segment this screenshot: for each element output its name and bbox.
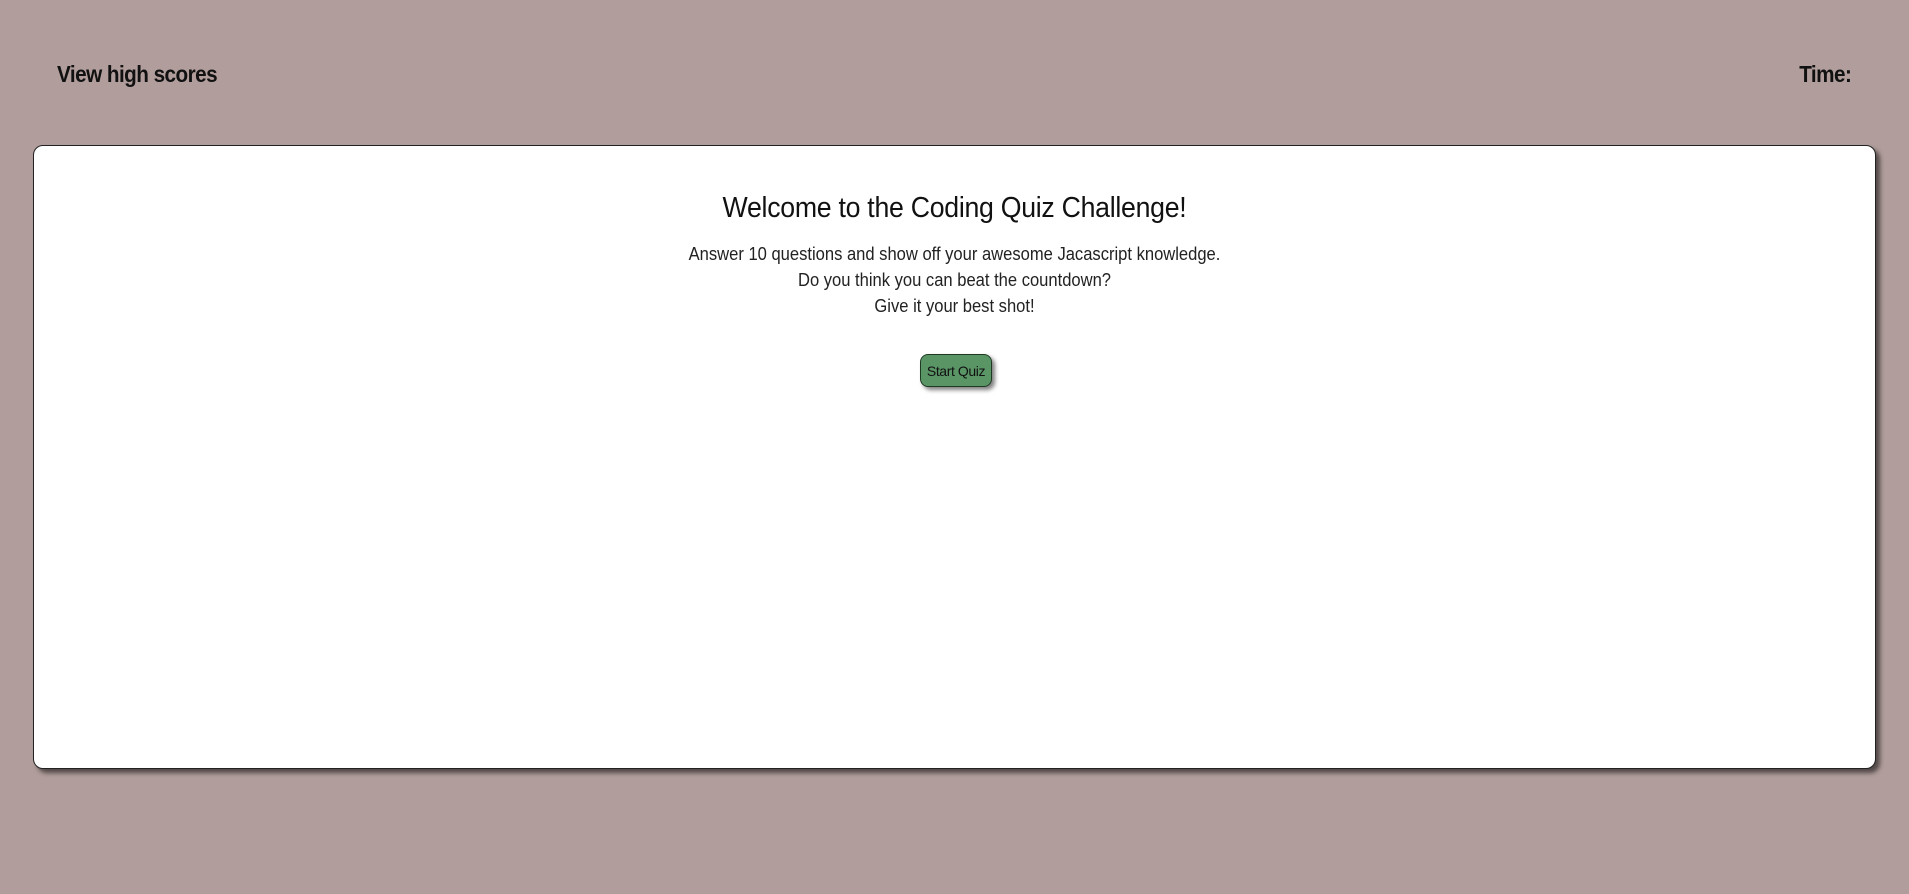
welcome-title: Welcome to the Coding Quiz Challenge! — [722, 192, 1187, 224]
welcome-line: Give it your best shot! — [874, 296, 1035, 316]
quiz-card: Welcome to the Coding Quiz Challenge! An… — [33, 145, 1876, 769]
start-quiz-button[interactable]: Start Quiz — [920, 354, 992, 387]
header-bar: View high scores Time: — [0, 0, 1909, 146]
view-high-scores-link[interactable]: View high scores — [57, 61, 218, 88]
welcome-description: Answer 10 questions and show off your aw… — [34, 241, 1875, 319]
welcome-line: Answer 10 questions and show off your aw… — [688, 244, 1221, 264]
timer-label: Time: — [1799, 61, 1852, 87]
welcome-line: Do you think you can beat the countdown? — [797, 270, 1112, 290]
timer: Time: — [1799, 61, 1855, 88]
welcome-section: Welcome to the Coding Quiz Challenge! An… — [34, 192, 1875, 319]
